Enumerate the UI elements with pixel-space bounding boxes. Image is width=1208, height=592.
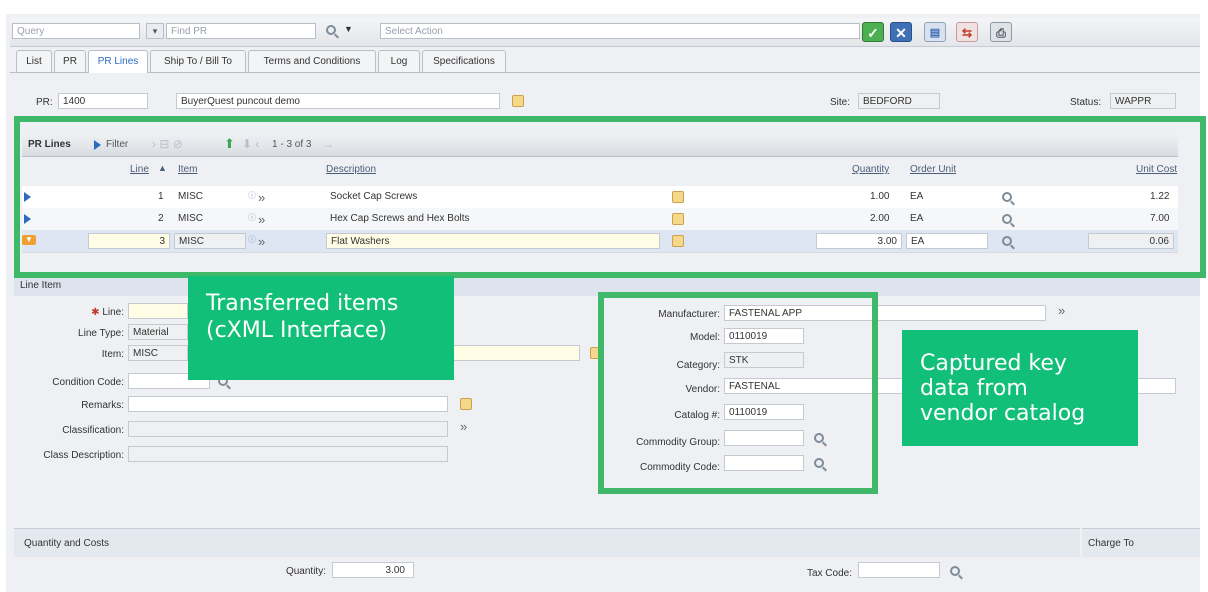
tab-log[interactable]: Log [378,50,420,72]
quantity-label: Quantity: [285,566,326,577]
quantity-costs-title: Quantity and Costs [24,538,110,549]
site-label: Site: [830,97,851,108]
tab-pr-lines[interactable]: PR Lines [88,50,148,73]
check-icon[interactable]: ✓ [862,22,884,42]
query-dropdown-button[interactable]: ▾ [146,23,164,39]
close-icon[interactable]: ✕ [890,22,912,42]
charge-to-title: Charge To [1088,538,1134,549]
line-field[interactable] [128,303,188,319]
print-icon[interactable]: ⎙ [990,22,1012,42]
item-label: Item: [101,349,124,360]
condition-code-label: Condition Code: [52,377,124,388]
long-description-icon[interactable] [460,398,472,410]
callout-line: Captured key [920,351,1067,376]
tab-list[interactable]: List [16,50,52,72]
callout-line: data from [920,376,1028,401]
line-type-field[interactable]: Material [128,324,188,340]
vendor-catalog-callout: Captured key data from vendor catalog [902,330,1138,446]
long-description-icon[interactable] [512,95,524,107]
search-button[interactable]: ▼ [324,23,354,39]
toolbar: Query ▾ Find PR ▼ Select Action ✓ ✕ ▤ ⇆ … [10,18,1200,47]
callout-line: (cXML Interface) [206,318,388,343]
tab-specifications[interactable]: Specifications [422,50,506,72]
charge-to-section-header: Charge To [1082,528,1200,557]
query-select[interactable]: Query [12,23,140,39]
tab-terms-and-conditions[interactable]: Terms and Conditions [248,50,376,72]
status-label: Status: [1070,97,1102,108]
vendor-data-highlight [598,292,878,494]
line-label-text: Line: [102,307,124,318]
site-field[interactable]: BEDFORD [858,93,940,109]
transferred-items-callout: Transferred items (cXML Interface) [188,276,454,380]
transferred-items-highlight [14,116,1206,278]
select-action-input[interactable]: Select Action [380,23,860,39]
tax-code-field[interactable] [858,562,940,578]
line-item-title: Line Item [20,280,62,291]
manufacturer-menu-icon[interactable]: » [1058,303,1065,318]
tab-bar: List PR PR Lines Ship To / Bill To Terms… [10,50,1200,73]
chevron-down-icon: ▼ [344,24,353,34]
tab-pr[interactable]: PR [54,50,86,72]
callout-line: Transferred items [206,291,399,316]
tax-code-label: Tax Code: [806,568,852,579]
line-type-label: Line Type: [78,328,124,339]
tax-code-lookup-icon[interactable] [950,566,960,576]
quantity-costs-section-header: Quantity and Costs [14,528,1080,557]
pr-number-field[interactable]: 1400 [58,93,148,109]
classification-field[interactable] [128,421,448,437]
quantity-field[interactable]: 3.00 [332,562,414,578]
remarks-label: Remarks: [81,400,124,411]
class-description-label: Class Description: [43,450,124,461]
item-field[interactable]: MISC [128,345,188,361]
item-description-field[interactable] [452,345,580,361]
classification-label: Classification: [62,425,124,436]
remarks-field[interactable] [128,396,448,412]
status-field[interactable]: WAPPR [1110,93,1176,109]
classification-menu-icon[interactable]: » [460,419,467,434]
search-icon [326,25,336,35]
find-pr-input[interactable]: Find PR [166,23,316,39]
callout-line: vendor catalog [920,401,1086,426]
pr-label: PR: [36,97,53,108]
tab-ship-to-bill-to[interactable]: Ship To / Bill To [150,50,246,72]
report-icon[interactable]: ▤ [924,22,946,42]
class-description-field[interactable] [128,446,448,462]
pr-description-field[interactable]: BuyerQuest puncout demo [176,93,500,109]
workflow-icon[interactable]: ⇆ [956,22,978,42]
line-label: ✱ Line: [91,307,124,318]
